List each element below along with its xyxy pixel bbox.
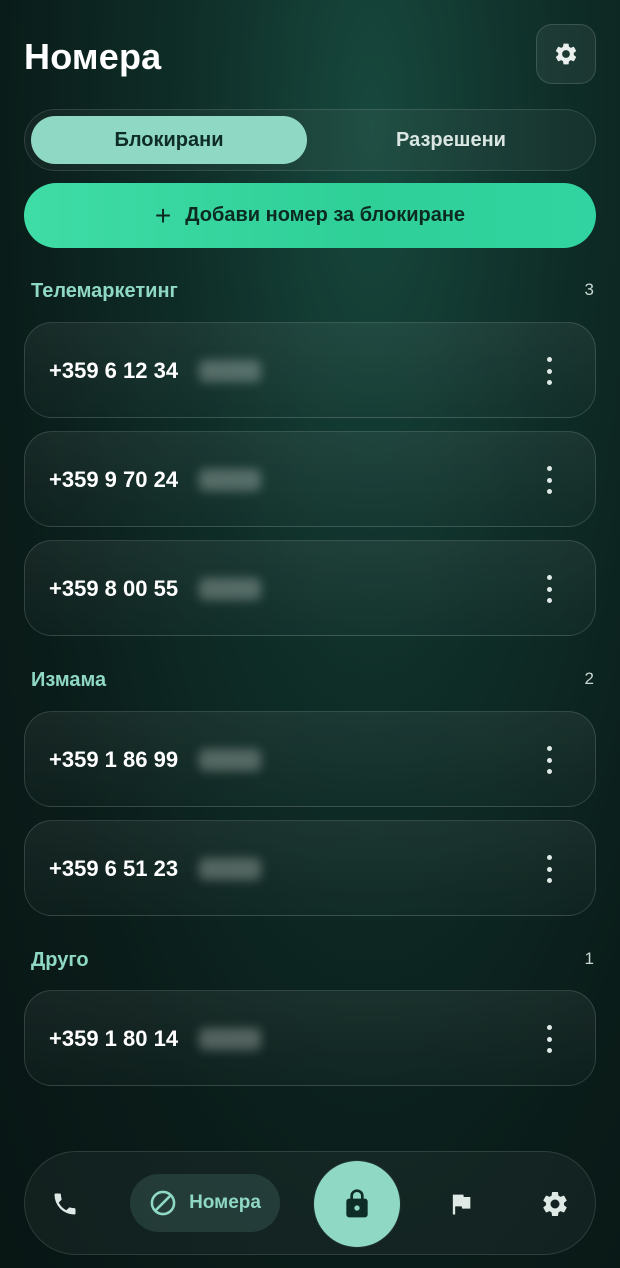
more-options-icon[interactable]: [539, 466, 559, 494]
redacted-digits: [199, 578, 261, 600]
gear-icon: [555, 43, 577, 65]
segmented-control: Блокирани Разрешени: [24, 109, 596, 171]
redacted-digits: [199, 360, 261, 382]
phone-number: +359 9 70 24: [49, 467, 179, 492]
redacted-digits: [199, 749, 261, 771]
section-title: Друго: [31, 949, 89, 971]
section-header-fraud: Измама 2: [31, 669, 594, 693]
section-count: 2: [584, 669, 594, 688]
more-options-icon[interactable]: [539, 746, 559, 774]
phone-number: +359 6 12 34: [49, 358, 179, 383]
add-blocked-number-button[interactable]: + Добави номер за блокиране: [24, 183, 596, 248]
lock-icon: [346, 1189, 368, 1218]
nav-numbers-label: Номера: [189, 1192, 261, 1213]
phone-number: +359 8 00 55: [49, 576, 179, 601]
block-icon: [150, 1190, 176, 1216]
flag-icon: [452, 1194, 471, 1215]
section-header-other: Друго 1: [31, 949, 594, 973]
phone-number: +359 1 80 14: [49, 1026, 179, 1051]
more-options-icon[interactable]: [539, 855, 559, 883]
lock-button[interactable]: [314, 1161, 400, 1247]
tab-blocked[interactable]: Блокирани: [31, 116, 307, 164]
tab-allowed[interactable]: Разрешени: [313, 116, 589, 164]
section-header-telemarketing: Телемаркетинг 3: [31, 280, 594, 304]
settings-button[interactable]: [536, 24, 596, 84]
redacted-digits: [199, 858, 261, 880]
number-card[interactable]: +359 6 51 23: [24, 820, 596, 916]
more-options-icon[interactable]: [539, 575, 559, 603]
phone-number: +359 6 51 23: [49, 856, 179, 881]
number-card[interactable]: +359 1 86 99: [24, 711, 596, 807]
nav-numbers[interactable]: Номера: [130, 1174, 280, 1232]
redacted-digits: [199, 469, 261, 491]
redacted-digits: [199, 1028, 261, 1050]
add-button-label: Добави номер за блокиране: [185, 204, 466, 226]
nav-reports[interactable]: [439, 1182, 483, 1226]
more-options-icon[interactable]: [539, 357, 559, 385]
number-card[interactable]: +359 6 12 34: [24, 322, 596, 418]
phone-number: +359 1 86 99: [49, 747, 179, 772]
bottom-nav: Номера: [24, 1151, 596, 1255]
gear-icon: [543, 1192, 567, 1216]
page-title: Номера: [24, 36, 162, 77]
plus-icon: +: [154, 199, 172, 231]
section-title: Телемаркетинг: [31, 280, 178, 302]
section-count: 3: [584, 280, 594, 299]
section-count: 1: [584, 949, 594, 968]
nav-settings[interactable]: [533, 1182, 577, 1226]
section-title: Измама: [31, 669, 107, 691]
number-card[interactable]: +359 8 00 55: [24, 540, 596, 636]
nav-calls[interactable]: [43, 1182, 87, 1226]
phone-icon: [54, 1193, 76, 1215]
more-options-icon[interactable]: [539, 1025, 559, 1053]
header: Номера: [24, 24, 596, 86]
number-card[interactable]: +359 1 80 14: [24, 990, 596, 1086]
number-card[interactable]: +359 9 70 24: [24, 431, 596, 527]
